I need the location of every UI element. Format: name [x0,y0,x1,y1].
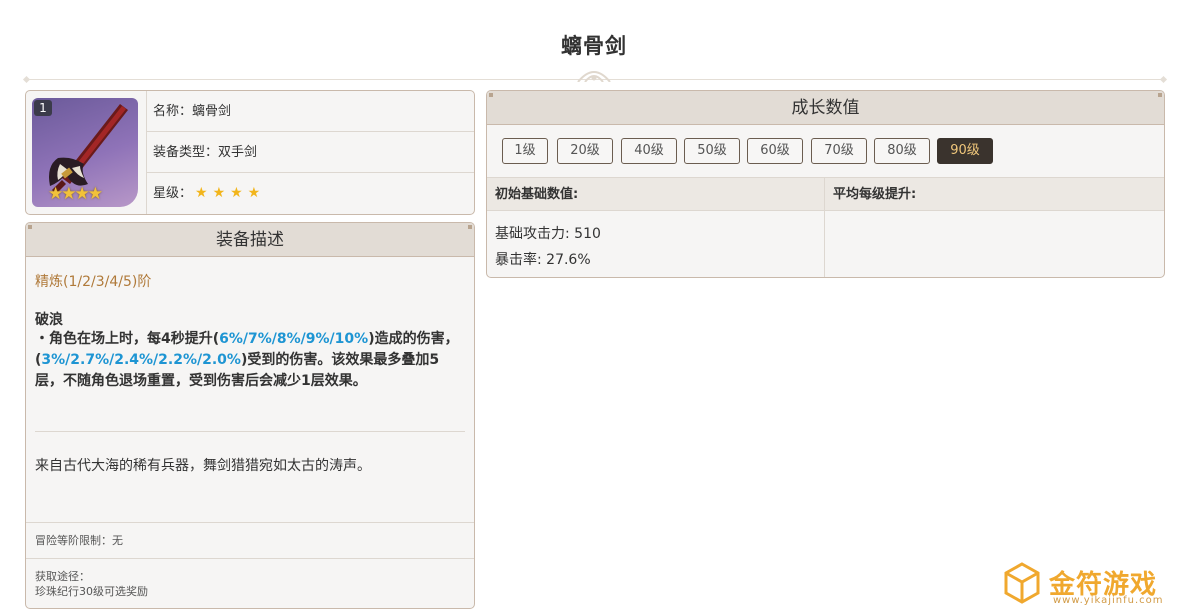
level-tab-80[interactable]: 80级 [874,138,930,164]
description-divider [35,431,465,432]
info-row-type: 装备类型：双手剑 [147,132,474,173]
crit-rate: 暴击率: 27.6% [495,252,591,268]
lore-text: 来自古代大海的稀有兵器，舞剑猎猎宛如太古的涛声。 [35,458,371,474]
rarity-stars: ★★★★ [195,185,266,201]
level-tab-20[interactable]: 20级 [557,138,613,164]
base-stats-cell: 基础攻击力: 510 暴击率: 27.6% [487,211,825,277]
weapon-type: 双手剑 [218,145,258,160]
growth-panel: 成长数值 1级 20级 40级 50级 60级 70级 80级 90级 初始基础… [486,90,1165,278]
base-stats-header: 初始基础数值: [487,177,825,211]
page-title: 螭骨剑 [561,34,627,58]
skill-highlight-1: 6%/7%/8%/9%/10% [219,331,369,347]
watermark: 金符游戏 www.yikajinfu.com [1003,562,1179,608]
weapon-detail-page: 螭骨剑 1 ★★★★ 名称：螭骨剑 装备类型：双手剑 星级： ★★★★ 装备描述… [0,0,1188,612]
skill-name: 破浪 [35,312,63,328]
skill-highlight-2: 3%/2.7%/2.4%/2.2%/2.0% [41,352,241,368]
source-value: 珍珠纪行30级可选奖励 [35,585,148,598]
weapon-thumbnail: 1 ★★★★ [32,98,138,207]
base-attack: 基础攻击力: 510 [495,226,601,242]
skill-text-1: ・角色在场上时，每4秒提升( [35,331,220,347]
level-tab-70[interactable]: 70级 [811,138,867,164]
level-tab-60[interactable]: 60级 [747,138,803,164]
description-panel: 装备描述 精炼(1/2/3/4/5)阶 破浪 ・角色在场上时，每4秒提升(6%/… [25,222,475,609]
per-level-header: 平均每级提升: [825,177,1164,211]
per-level-cell [825,211,1164,277]
level-tab-90[interactable]: 90级 [937,138,993,164]
watermark-url: www.yikajinfu.com [1053,595,1164,606]
level-tab-1[interactable]: 1级 [502,138,548,164]
description-header: 装备描述 [26,223,474,257]
source-label: 获取途径： [35,570,90,583]
level-tab-40[interactable]: 40级 [621,138,677,164]
rarity-label: 星级： [153,186,193,201]
refine-badge: 1 [34,100,52,116]
adventure-rank-limit: 冒险等阶限制：无 [26,522,474,558]
weapon-name: 螭骨剑 [192,104,232,119]
cube-logo-icon [1004,562,1040,604]
info-row-name: 名称：螭骨剑 [147,91,474,132]
skill-description: ・角色在场上时，每4秒提升(6%/7%/8%/9%/10%)造成的伤害，(3%/… [35,329,467,392]
level-tab-50[interactable]: 50级 [684,138,740,164]
type-label: 装备类型： [153,145,219,160]
thumbnail-stars: ★★★★ [48,184,103,204]
refine-levels: 精炼(1/2/3/4/5)阶 [35,274,152,290]
growth-header: 成长数值 [487,91,1164,125]
obtain-source: 获取途径： 珍珠纪行30级可选奖励 [26,558,474,608]
info-row-rarity: 星级： ★★★★ [147,173,474,214]
ornament-icon [577,71,611,82]
weapon-info-card: 1 ★★★★ 名称：螭骨剑 装备类型：双手剑 星级： ★★★★ [25,90,475,215]
name-label: 名称： [153,104,193,119]
